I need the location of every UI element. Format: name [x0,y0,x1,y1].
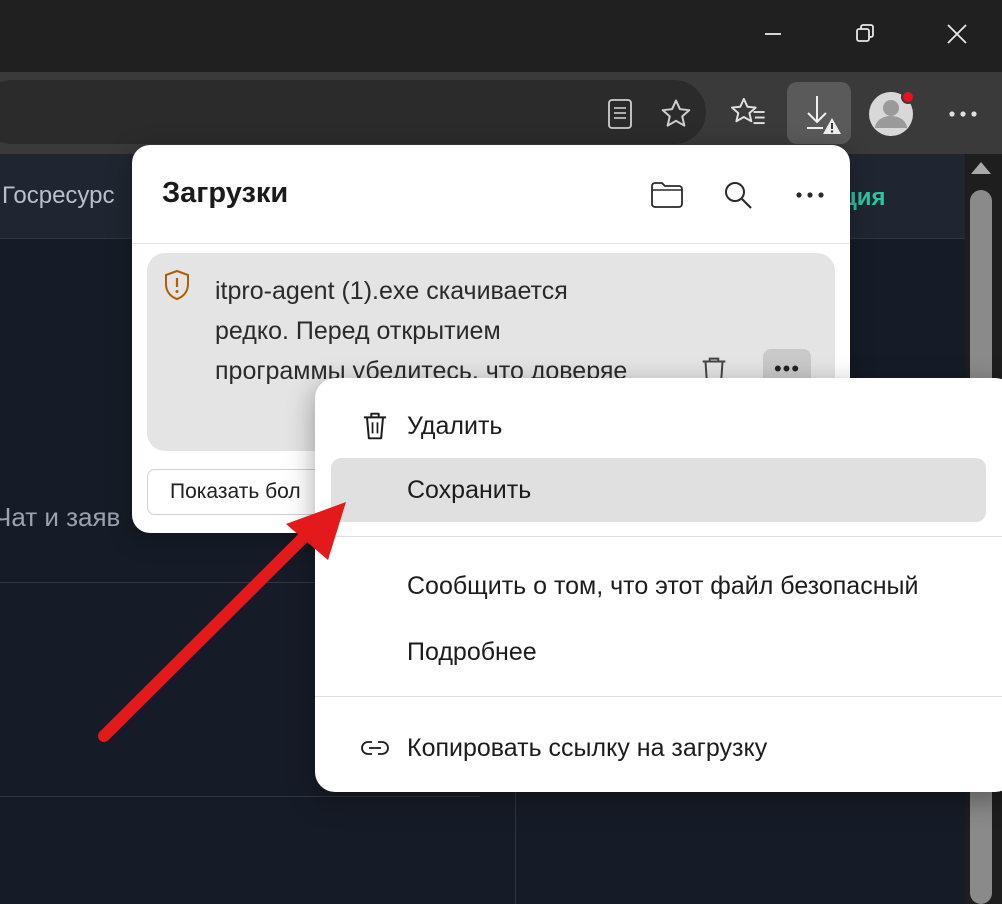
favorites-button[interactable] [726,90,770,134]
settings-more-button[interactable] [940,92,986,136]
trash-icon [359,410,391,442]
download-warning-message: itpro-agent (1).exe скачивается редко. П… [215,277,628,385]
menu-separator [315,536,1002,537]
profile-button[interactable] [866,89,918,139]
panel-divider [132,243,850,244]
downloads-button[interactable] [787,82,851,144]
more-icon [949,111,977,117]
restore-button[interactable] [845,14,885,54]
close-icon [947,24,967,44]
minimize-icon [765,33,781,35]
divider [0,796,480,797]
star-icon [661,99,691,127]
reading-view-button[interactable] [600,94,640,134]
nav-link-gosresursy[interactable]: Госресурс [2,182,115,210]
favorite-star-button[interactable] [654,92,698,136]
menu-separator [315,696,1002,697]
search-icon [725,182,752,209]
close-window-button[interactable] [937,14,977,54]
search-downloads-button[interactable] [716,173,760,217]
shield-warning-icon [165,269,189,301]
reading-view-icon [608,99,632,129]
chat-section-label: Чат и заяв [0,502,121,532]
menu-item-report-safe[interactable]: Сообщить о том, что этот файл безопасный [331,554,986,618]
window-title-bar [0,0,1002,72]
download-context-menu: Удалить Сохранить Сообщить о том, что эт… [315,378,1002,792]
more-icon [796,192,824,198]
menu-item-copy-link[interactable]: Копировать ссылку на загрузку [331,716,986,780]
scroll-up-arrow[interactable] [971,162,991,174]
menu-item-delete[interactable]: Удалить [331,394,986,458]
menu-item-label: Удалить [407,411,503,440]
browser-toolbar [0,72,1002,154]
menu-item-more-info[interactable]: Подробнее [331,620,986,684]
menu-item-label: Сообщить о том, что этот файл безопасный [407,571,919,600]
downloads-more-button[interactable] [788,173,832,217]
link-icon [359,732,391,764]
menu-item-label: Сохранить [407,475,532,504]
menu-item-label: Копировать ссылку на загрузку [407,733,768,762]
download-warning-icon [807,96,841,134]
menu-item-label: Подробнее [407,637,537,666]
downloads-title: Загрузки [162,177,289,209]
menu-item-save[interactable]: Сохранить [331,458,986,522]
avatar [869,90,915,136]
folder-icon [651,182,683,208]
favorites-icon [730,97,765,125]
open-folder-button[interactable] [645,173,689,217]
minimize-button[interactable] [753,14,793,54]
address-bar[interactable] [0,80,706,144]
restore-icon [856,24,874,42]
